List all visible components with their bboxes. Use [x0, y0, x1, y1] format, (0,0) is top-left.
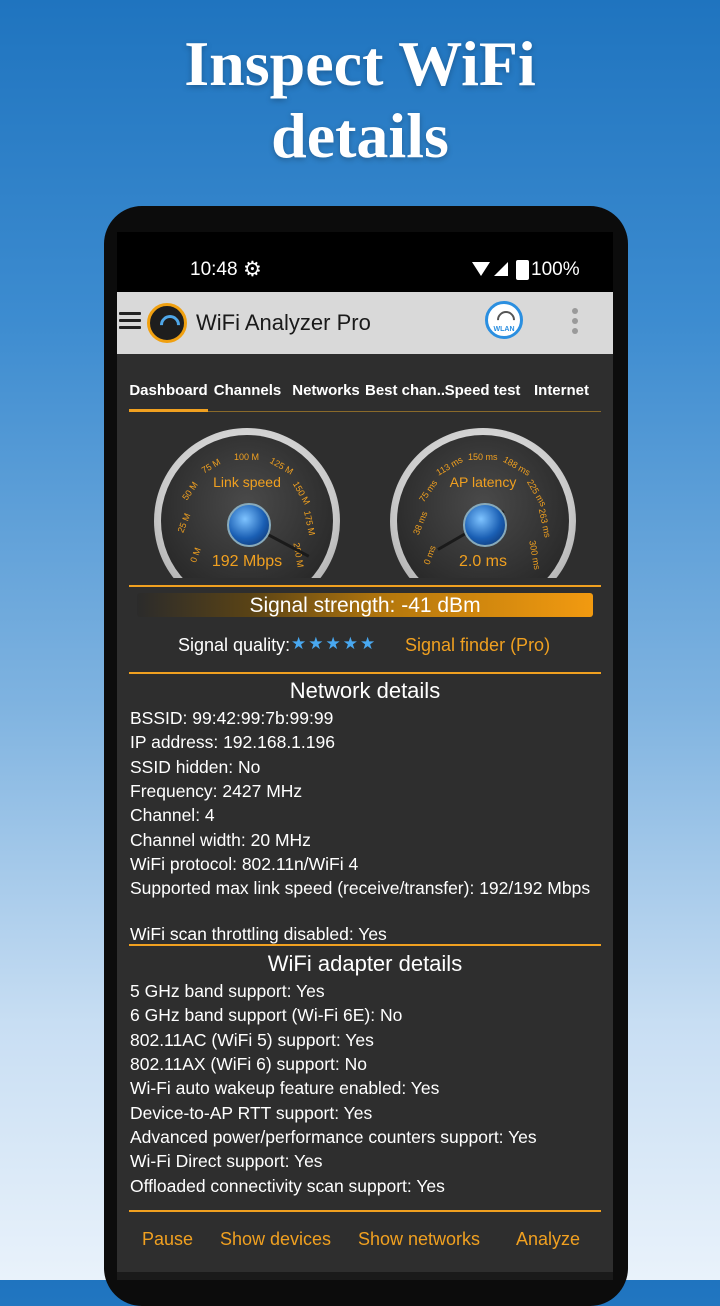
- link-speed-value: 192 Mbps: [211, 553, 283, 570]
- pause-button[interactable]: Pause: [142, 1229, 193, 1250]
- battery-icon: [516, 260, 529, 280]
- wlan-button[interactable]: WLAN: [485, 301, 523, 339]
- detail-line: IP address: 192.168.1.196: [130, 732, 335, 752]
- gauge-tick: 75 M: [199, 456, 223, 476]
- settings-gear-icon: ⚙: [243, 258, 262, 281]
- battery-percent: 100%: [531, 259, 580, 280]
- signal-strength-text: Signal strength: -41 dBm: [249, 594, 481, 617]
- overflow-menu-icon[interactable]: [572, 308, 578, 338]
- menu-icon[interactable]: [119, 312, 141, 330]
- status-time: 10:48: [190, 259, 238, 280]
- detail-line: WiFi protocol: 802.11n/WiFi 4: [130, 854, 359, 874]
- gauge-tick: 175 M: [302, 509, 317, 537]
- detail-line: Device-to-AP RTT support: Yes: [130, 1103, 373, 1123]
- detail-line: Advanced power/performance counters supp…: [130, 1127, 537, 1147]
- link-speed-gauge: 0 M 25 M 50 M 75 M 100 M 125 M 150 M 175…: [154, 428, 340, 618]
- app-title: WiFi Analyzer Pro: [196, 310, 371, 335]
- gauge-tick: 25 M: [175, 511, 193, 535]
- tab-networks[interactable]: Networks: [287, 376, 365, 412]
- detail-line: 802.11AC (WiFi 5) support: Yes: [130, 1030, 374, 1050]
- tab-internet[interactable]: Internet: [522, 376, 601, 412]
- show-devices-button[interactable]: Show devices: [220, 1229, 331, 1250]
- ap-latency-value: 2.0 ms: [458, 553, 507, 570]
- detail-line: Channel: 4: [130, 805, 215, 825]
- status-bar: 10:48 ⚙ 100%: [117, 232, 613, 292]
- tab-dashboard[interactable]: Dashboard: [129, 376, 208, 412]
- cellular-icon: [494, 262, 508, 276]
- navigation-bar: [117, 1272, 613, 1280]
- detail-line: SSID hidden: No: [130, 757, 261, 777]
- adapter-details-title: WiFi adapter details: [267, 951, 463, 976]
- promo-title-line2: details: [271, 100, 449, 171]
- app-bar: WiFi Analyzer Pro WLAN: [117, 292, 613, 354]
- detail-line: Channel width: 20 MHz: [130, 830, 311, 850]
- divider: [129, 1210, 601, 1212]
- divider: [129, 944, 601, 946]
- detail-line: Offloaded connectivity scan support: Yes: [130, 1176, 445, 1196]
- gauge-tick: 263 ms: [536, 507, 553, 539]
- gauge-tick: 100 M: [234, 452, 260, 462]
- link-speed-label: Link speed: [213, 474, 281, 490]
- detail-line: 5 GHz band support: Yes: [130, 981, 325, 1001]
- divider: [129, 585, 601, 587]
- tab-channels[interactable]: Channels: [208, 376, 287, 412]
- detail-line: Supported max link speed (receive/transf…: [130, 878, 591, 898]
- gauge-tick: 150 ms: [468, 452, 498, 462]
- wifi-icon: [472, 262, 490, 276]
- promo-title: Inspect WiFi details: [0, 28, 720, 172]
- bottom-action-bar: Pause Show devices Show networks Analyze: [117, 1207, 613, 1280]
- tab-speed-test[interactable]: Speed test: [443, 376, 522, 412]
- promo-title-line1: Inspect WiFi: [184, 28, 536, 99]
- detail-line: 802.11AX (WiFi 6) support: No: [130, 1054, 367, 1074]
- ap-latency-label: AP latency: [449, 474, 517, 490]
- tab-bar: Dashboard Channels Networks Best chan.. …: [129, 376, 601, 412]
- signal-quality-stars: ★★★★★: [291, 634, 378, 653]
- detail-line: WiFi scan throttling disabled: Yes: [130, 924, 387, 944]
- tab-best-channel[interactable]: Best chan..: [365, 376, 445, 412]
- app-screen: 10:48 ⚙ 100% WiFi Analyzer Pro WLAN Dash…: [117, 232, 613, 1280]
- detail-line: Frequency: 2427 MHz: [130, 781, 303, 801]
- divider: [129, 672, 601, 674]
- app-logo-icon: [147, 303, 187, 343]
- detail-line: BSSID: 99:42:99:7b:99:99: [130, 708, 334, 728]
- ap-latency-gauge: 0 ms 38 ms 75 ms 113 ms 150 ms 188 ms 22…: [390, 428, 576, 618]
- signal-quality-label: Signal quality:: [178, 635, 291, 655]
- detail-line: Wi-Fi auto wakeup feature enabled: Yes: [130, 1078, 440, 1098]
- analyze-button[interactable]: Analyze: [516, 1229, 580, 1250]
- network-details-title: Network details: [289, 678, 441, 703]
- signal-finder-link[interactable]: Signal finder (Pro): [405, 635, 550, 656]
- detail-line: Wi-Fi Direct support: Yes: [130, 1151, 323, 1171]
- detail-line: 6 GHz band support (Wi-Fi 6E): No: [130, 1005, 403, 1025]
- show-networks-button[interactable]: Show networks: [358, 1229, 480, 1250]
- gauge-tick: 38 ms: [411, 509, 430, 537]
- globe-icon: [227, 503, 271, 547]
- globe-icon: [463, 503, 507, 547]
